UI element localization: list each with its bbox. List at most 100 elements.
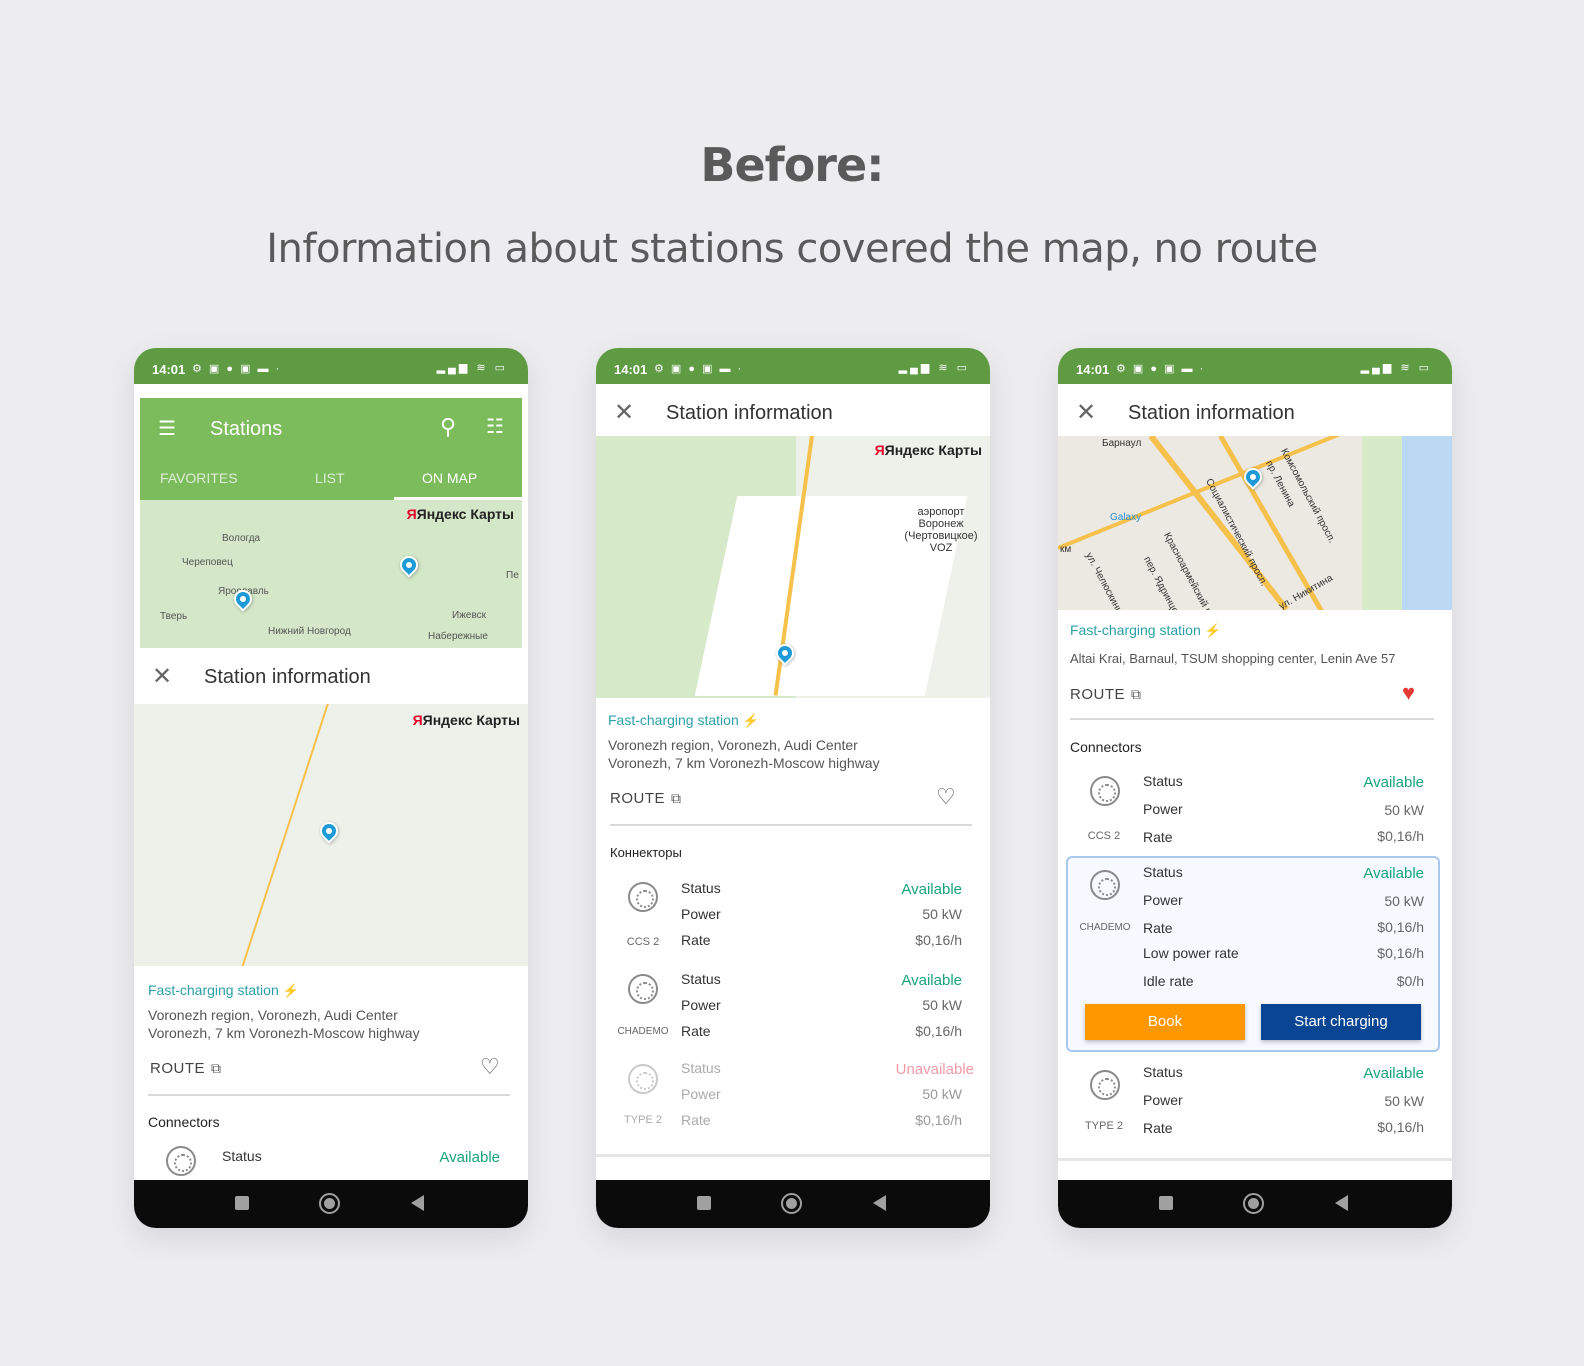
row-key: Rate bbox=[1143, 1120, 1173, 1136]
row-key: Status bbox=[1143, 1064, 1183, 1080]
tab-list[interactable]: LIST bbox=[315, 470, 345, 486]
ccs2-connector-icon bbox=[1090, 776, 1120, 806]
back-icon[interactable] bbox=[411, 1195, 424, 1211]
row-value-low-power-rate: $0,16/h bbox=[1377, 945, 1424, 961]
row-value-status: Available bbox=[901, 972, 962, 989]
yandex-maps-logo: ЯЯндекс Карты bbox=[406, 506, 514, 522]
route-button[interactable]: ROUTE ⧉ bbox=[150, 1060, 222, 1077]
row-key: Power bbox=[681, 997, 721, 1013]
book-button[interactable]: Book bbox=[1085, 1004, 1245, 1040]
divider bbox=[1058, 1158, 1452, 1161]
station-pin[interactable] bbox=[1240, 464, 1266, 490]
station-type: Fast-charging station ⚡ bbox=[1070, 622, 1221, 638]
route-button[interactable]: ROUTE ⧉ bbox=[610, 790, 682, 807]
filter-icon[interactable]: ☷ bbox=[486, 414, 504, 439]
station-pin[interactable] bbox=[316, 818, 342, 844]
row-key: Rate bbox=[1143, 920, 1173, 936]
status-bar: 14:01 ⚙ ▣ ● ▣ ▬ · ▂▄▆ ≋ ▭ bbox=[134, 348, 528, 384]
station-map[interactable]: ЯЯндекс Карты bbox=[134, 704, 528, 966]
map-label: Пе bbox=[506, 570, 519, 581]
headline: Before: bbox=[700, 138, 884, 192]
home-icon[interactable] bbox=[319, 1193, 340, 1214]
row-key: Status bbox=[681, 971, 721, 987]
row-key: Rate bbox=[681, 1023, 711, 1039]
bolt-icon: ⚡ bbox=[282, 983, 299, 998]
row-key: Status bbox=[1143, 773, 1183, 789]
app-bar-title: Stations bbox=[210, 418, 283, 440]
recent-apps-icon[interactable] bbox=[1159, 1196, 1173, 1210]
status-time: 14:01 bbox=[1076, 362, 1110, 377]
close-icon[interactable]: ✕ bbox=[614, 398, 634, 427]
favorite-heart-icon[interactable]: ♡ bbox=[480, 1054, 500, 1080]
station-address: Altai Krai, Barnaul, TSUM shopping cente… bbox=[1070, 651, 1396, 666]
ccs2-connector-icon bbox=[166, 1146, 196, 1176]
row-key: Idle rate bbox=[1143, 973, 1194, 989]
map-label: Социалистический просп. bbox=[1203, 476, 1270, 589]
signal-wifi-battery-icons: ▂▄▆ ≋ ▭ bbox=[1360, 362, 1432, 374]
favorite-heart-icon[interactable]: ♡ bbox=[936, 784, 956, 810]
road-line bbox=[240, 704, 332, 966]
close-icon[interactable]: ✕ bbox=[1076, 398, 1096, 427]
android-nav-bar bbox=[596, 1180, 990, 1228]
back-icon[interactable] bbox=[1335, 1195, 1348, 1211]
status-time: 14:01 bbox=[614, 362, 648, 377]
back-icon[interactable] bbox=[873, 1195, 886, 1211]
notification-icons: ⚙ ▣ ● ▣ ▬ · bbox=[654, 363, 744, 375]
status-bar: 14:01 ⚙ ▣ ● ▣ ▬ · ▂▄▆ ≋ ▭ bbox=[1058, 348, 1452, 384]
row-value-power: 50 kW bbox=[1384, 893, 1424, 909]
search-icon[interactable]: ⚲ bbox=[440, 414, 456, 440]
station-pin[interactable] bbox=[396, 552, 422, 578]
start-charging-button[interactable]: Start charging bbox=[1261, 1004, 1421, 1040]
notification-icons: ⚙ ▣ ● ▣ ▬ · bbox=[1116, 363, 1206, 375]
status-bar: 14:01 ⚙ ▣ ● ▣ ▬ · ▂▄▆ ≋ ▭ bbox=[596, 348, 990, 384]
station-map[interactable]: ЯЯндекс Карты аэропорт Воронеж (Чертовиц… bbox=[596, 436, 990, 698]
connector-name: CHADEMO bbox=[617, 1026, 669, 1037]
row-value-rate: $0,16/h bbox=[1377, 1119, 1424, 1135]
city-map[interactable]: Барнаул Galaxy Красноармейский просп. Со… bbox=[1058, 436, 1452, 610]
subheadline: Information about stations covered the m… bbox=[266, 226, 1318, 272]
row-value-status: Available bbox=[901, 881, 962, 898]
airport-label: аэропорт Воронеж (Чертовицкое) VOZ bbox=[904, 506, 978, 554]
yandex-maps-logo: ЯЯндекс Карты bbox=[874, 442, 982, 458]
signal-wifi-battery-icons: ▂▄▆ ≋ ▭ bbox=[436, 362, 508, 374]
connector-name: TYPE 2 bbox=[1085, 1120, 1123, 1132]
row-value-status: Available bbox=[1363, 774, 1424, 791]
tab-favorites[interactable]: FAVORITES bbox=[160, 470, 238, 486]
bolt-icon: ⚡ bbox=[742, 713, 759, 728]
home-icon[interactable] bbox=[1243, 1193, 1264, 1214]
recent-apps-icon[interactable] bbox=[235, 1196, 249, 1210]
external-link-icon: ⧉ bbox=[671, 790, 682, 806]
map-label: Череповец bbox=[182, 557, 233, 568]
row-value-rate: $0,16/h bbox=[915, 1112, 962, 1128]
map-label: Тверь bbox=[160, 611, 188, 622]
row-key: Rate bbox=[1143, 829, 1173, 845]
map-label: ул. Челюскинцев bbox=[1083, 550, 1130, 610]
menu-icon[interactable]: ☰ bbox=[158, 419, 178, 439]
route-button[interactable]: ROUTE ⧉ bbox=[1070, 686, 1142, 703]
signal-wifi-battery-icons: ▂▄▆ ≋ ▭ bbox=[898, 362, 970, 374]
divider bbox=[148, 1094, 510, 1096]
row-value-power: 50 kW bbox=[922, 1086, 962, 1102]
close-icon[interactable]: ✕ bbox=[152, 662, 172, 691]
map-label: Вологда bbox=[222, 533, 261, 544]
tab-on-map[interactable]: ON MAP bbox=[422, 470, 477, 486]
home-icon[interactable] bbox=[781, 1193, 802, 1214]
connector-name: CCS 2 bbox=[626, 936, 660, 948]
connectors-title: Connectors bbox=[148, 1114, 220, 1130]
region-map[interactable]: ЯЯндекс Карты Вологда Череповец Ярославл… bbox=[140, 500, 522, 648]
row-value-status: Available bbox=[1363, 865, 1424, 882]
row-value-power: 50 kW bbox=[1384, 802, 1424, 818]
divider bbox=[1070, 718, 1434, 720]
favorite-heart-icon[interactable]: ♥ bbox=[1402, 680, 1415, 706]
sheet-title: Station information bbox=[666, 402, 833, 424]
row-key: Status bbox=[222, 1148, 262, 1164]
external-link-icon: ⧉ bbox=[1131, 686, 1142, 702]
row-value-status: Unavailable bbox=[895, 1061, 974, 1078]
chademo-connector-icon bbox=[628, 974, 658, 1004]
divider bbox=[596, 1154, 990, 1157]
external-link-icon: ⧉ bbox=[211, 1060, 222, 1076]
row-value-power: 50 kW bbox=[922, 906, 962, 922]
recent-apps-icon[interactable] bbox=[697, 1196, 711, 1210]
station-info-header: ✕ Station information bbox=[1058, 384, 1452, 440]
chademo-connector-icon bbox=[1090, 870, 1120, 900]
